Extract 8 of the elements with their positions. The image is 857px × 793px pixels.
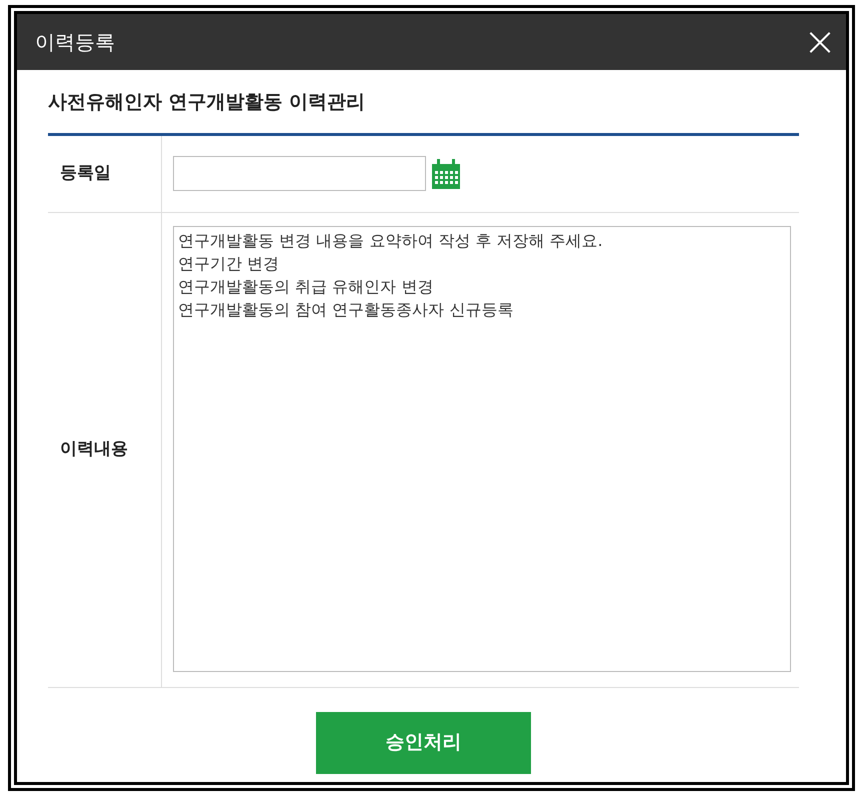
content-textarea[interactable]: 연구개발활동 변경 내용을 요약하여 작성 후 저장해 주세요. 연구기간 변경 연구개발활동의 취급 유해인자 변경 연구개발활동의 참여 연구활동종사자 신규등록 (173, 226, 791, 672)
section-heading: 사전유해인자 연구개발활동 이력관리 (48, 90, 366, 115)
close-button[interactable]: × (800, 20, 840, 64)
field-label: 등록일 (60, 162, 111, 185)
field-label: 이력내용 (60, 438, 128, 461)
calendar-icon[interactable] (431, 158, 461, 190)
date-field[interactable] (173, 156, 426, 191)
window-title: 이력등록 (35, 29, 115, 56)
